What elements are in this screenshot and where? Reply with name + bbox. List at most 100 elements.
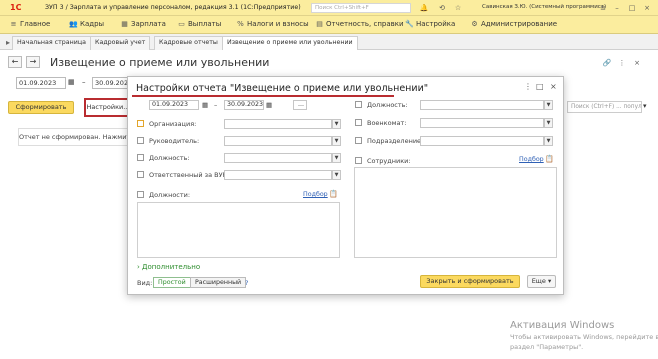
forward-button[interactable]: → bbox=[26, 56, 40, 68]
position-field[interactable] bbox=[224, 153, 332, 163]
more-icon[interactable]: ⋮ bbox=[617, 58, 627, 68]
window-close-icon[interactable]: × bbox=[632, 58, 642, 68]
back-button[interactable]: ← bbox=[8, 56, 22, 68]
generate-button[interactable]: Сформировать bbox=[8, 101, 74, 114]
tab-home[interactable]: Начальная страница bbox=[12, 36, 92, 50]
help-icon[interactable]: ? bbox=[245, 279, 248, 287]
manager-label: Руководитель: bbox=[149, 137, 200, 145]
gear-icon: ⚙ bbox=[471, 20, 478, 28]
more-button[interactable]: Еще ▾ bbox=[527, 275, 556, 288]
menu-main[interactable]: ≡ Главное bbox=[9, 20, 51, 28]
military-office-label: Военкомат: bbox=[367, 119, 407, 127]
menu-icon: ≡ bbox=[10, 20, 17, 28]
staff-list[interactable] bbox=[354, 167, 557, 258]
tab-hr-reports[interactable]: Кадровые отчеты bbox=[154, 36, 223, 50]
military-office-checkbox[interactable] bbox=[355, 119, 362, 126]
tab-notice-report[interactable]: Извещение о приеме или увольнении bbox=[222, 36, 358, 50]
report-settings-dialog: Настройки отчета "Извещение о приеме или… bbox=[127, 76, 564, 295]
menu-hr[interactable]: 👥 Кадры bbox=[69, 20, 104, 28]
org-label: Организация: bbox=[149, 120, 197, 128]
department-label: Подразделение: bbox=[367, 137, 424, 145]
not-formed-message: Отчет не сформирован. Нажмите bbox=[19, 133, 135, 141]
chevron-down-icon[interactable]: ▼ bbox=[544, 100, 553, 110]
history-icon[interactable]: ⟲ bbox=[437, 3, 447, 13]
chevron-down-icon[interactable]: ▼ bbox=[332, 153, 341, 163]
chevron-down-icon[interactable]: ▼ bbox=[332, 170, 341, 180]
staff-checkbox[interactable] bbox=[355, 157, 362, 164]
dash-separator: – bbox=[82, 78, 86, 86]
chevron-down-icon[interactable]: ▼ bbox=[544, 136, 553, 146]
search-more-icon[interactable]: ▾ bbox=[643, 102, 647, 110]
link-icon[interactable]: 🔗 bbox=[602, 58, 612, 68]
dialog-date-to[interactable]: 30.09.2023 bbox=[224, 100, 264, 110]
maximize-icon[interactable]: □ bbox=[536, 82, 544, 91]
staff-label: Сотрудники: bbox=[367, 157, 411, 165]
maximize-icon[interactable]: □ bbox=[627, 3, 637, 13]
positions-selection-link[interactable]: Подбор bbox=[303, 191, 328, 198]
menu-taxes[interactable]: % Налоги и взносы bbox=[236, 20, 308, 28]
additional-toggle[interactable]: › Дополнительно bbox=[137, 263, 200, 271]
clipboard-icon[interactable]: 📋 bbox=[545, 155, 554, 163]
menu-settings[interactable]: 🔧 Настройка bbox=[405, 20, 455, 28]
view-simple-button[interactable]: Простой bbox=[153, 277, 191, 288]
position-checkbox[interactable] bbox=[137, 154, 144, 161]
positions-checkbox[interactable] bbox=[137, 191, 144, 198]
org-checkbox[interactable] bbox=[137, 120, 144, 127]
dialog-date-from[interactable]: 01.09.2023 bbox=[149, 100, 199, 110]
staff-selection-link[interactable]: Подбор bbox=[519, 156, 544, 163]
calendar-icon[interactable]: ▦ bbox=[266, 101, 272, 109]
chevron-down-icon[interactable]: ▼ bbox=[332, 119, 341, 129]
watermark-line3: раздел "Параметры". bbox=[510, 343, 584, 351]
calendar-icon[interactable]: ▦ bbox=[202, 101, 208, 109]
close-icon[interactable]: × bbox=[642, 3, 652, 13]
global-search-input[interactable]: Поиск Ctrl+Shift+F bbox=[311, 3, 411, 13]
wrench-icon: 🔧 bbox=[405, 20, 414, 28]
military-resp-label: Ответственный за ВУР: bbox=[149, 171, 229, 179]
report-icon: ▤ bbox=[316, 20, 323, 28]
period-select-button[interactable]: ... bbox=[293, 100, 307, 110]
calendar-icon[interactable]: ▦ bbox=[68, 78, 75, 86]
menu-salary[interactable]: ▦ Зарплата bbox=[120, 20, 166, 28]
manager-field[interactable] bbox=[224, 136, 332, 146]
period-to-field[interactable]: 30.09.2023 bbox=[92, 77, 132, 89]
close-icon[interactable]: × bbox=[550, 82, 557, 91]
clipboard-icon[interactable]: 📋 bbox=[329, 190, 338, 198]
military-resp-field[interactable] bbox=[224, 170, 332, 180]
view-advanced-button[interactable]: Расширенный bbox=[190, 277, 247, 288]
close-and-generate-button[interactable]: Закрыть и сформировать bbox=[420, 275, 520, 288]
people-icon: 👥 bbox=[69, 20, 78, 28]
home-icon[interactable]: ▸ bbox=[6, 38, 10, 47]
watermark-title: Активация Windows bbox=[510, 320, 615, 331]
minimize-icon[interactable]: – bbox=[612, 3, 622, 13]
chevron-down-icon: ▾ bbox=[548, 277, 552, 285]
more-icon[interactable]: ⋮ bbox=[524, 82, 532, 91]
military-office-field[interactable] bbox=[420, 118, 544, 128]
star-icon[interactable]: ☆ bbox=[453, 3, 463, 13]
military-resp-checkbox[interactable] bbox=[137, 171, 144, 178]
dialog-title: Настройки отчета "Извещение о приеме или… bbox=[136, 83, 429, 94]
department-checkbox[interactable] bbox=[355, 137, 362, 144]
bell-icon[interactable]: 🔔 bbox=[419, 3, 429, 13]
positions-list[interactable] bbox=[137, 202, 340, 258]
page-title: Извещение о приеме или увольнении bbox=[50, 56, 270, 69]
tab-hr-accounting[interactable]: Кадровый учет bbox=[90, 36, 151, 50]
position-right-field[interactable] bbox=[420, 100, 544, 110]
menu-payments[interactable]: ▭ Выплаты bbox=[177, 20, 221, 28]
current-user[interactable]: Савинская З.Ю. (Системный программист) bbox=[482, 4, 606, 10]
title-highlight bbox=[132, 95, 394, 97]
settings-button[interactable]: Настройки... bbox=[84, 98, 132, 117]
menu-admin[interactable]: ⚙ Администрирование bbox=[470, 20, 557, 28]
chevron-down-icon[interactable]: ▼ bbox=[544, 118, 553, 128]
position-right-checkbox[interactable] bbox=[355, 101, 362, 108]
chevron-down-icon[interactable]: ▼ bbox=[332, 136, 341, 146]
settings-icon[interactable]: ≡ bbox=[598, 3, 608, 13]
org-field[interactable] bbox=[224, 119, 332, 129]
percent-icon: % bbox=[237, 20, 244, 28]
report-search-input[interactable]: Поиск (Ctrl+F) ... популятия в пр. ) bbox=[567, 101, 642, 113]
manager-checkbox[interactable] bbox=[137, 137, 144, 144]
calculator-icon: ▦ bbox=[121, 20, 128, 28]
watermark-line2: Чтобы активировать Windows, перейдите в bbox=[510, 333, 658, 341]
department-field[interactable] bbox=[420, 136, 544, 146]
period-from-field[interactable]: 01.09.2023 bbox=[16, 77, 66, 89]
menu-reports[interactable]: ▤ Отчетность, справки bbox=[315, 20, 403, 28]
